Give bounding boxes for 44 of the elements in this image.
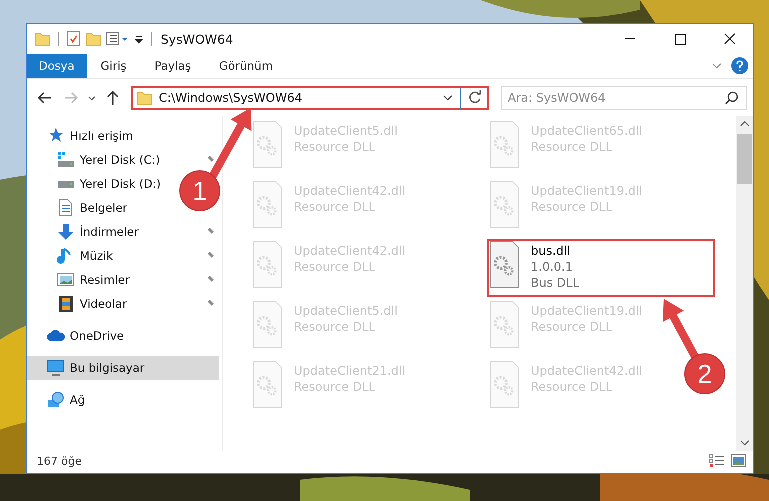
sidebar-item[interactable]: OneDrive [27, 324, 219, 348]
file-detail: Resource DLL [531, 139, 614, 155]
sidebar-item[interactable]: Ağ [27, 388, 219, 412]
address-path: C:\Windows\SysWOW64 [159, 90, 302, 104]
sidebar-item[interactable]: İndirmeler [27, 220, 177, 244]
file-detail: Resource DLL [294, 139, 376, 155]
sidebar-item[interactable]: Yerel Disk (C:) [27, 148, 177, 172]
file-name: UpdateClient42.dll [294, 243, 406, 259]
file-name: UpdateClient5.dll [294, 303, 398, 319]
file-detail: 1.0.0.1 [531, 259, 574, 275]
ribbon-tab[interactable]: Dosya [27, 54, 87, 78]
file-detail: Resource DLL [531, 379, 614, 395]
file-name: UpdateClient19.dll [531, 183, 643, 199]
sidebar-item[interactable]: Belgeler [27, 196, 177, 220]
step-badge: 2 [684, 354, 726, 394]
file-name: UpdateClient19.dll [531, 303, 643, 319]
step-badge: 1 [180, 170, 220, 212]
file-name: UpdateClient42.dll [531, 363, 643, 379]
file-detail: Resource DLL [294, 259, 376, 275]
file-name: UpdateClient5.dll [294, 123, 398, 139]
item-count: 167 öğe [37, 454, 82, 468]
file-detail: Resource DLL [294, 379, 376, 395]
file-name: UpdateClient21.dll [294, 363, 406, 379]
file-item[interactable]: bus.dll 1.0.0.1 Bus DLL [487, 239, 715, 297]
ribbon-tab[interactable]: Giriş [86, 54, 141, 78]
file-name: bus.dll [531, 243, 572, 259]
sidebar-item[interactable]: Videolar [27, 292, 177, 316]
file-detail: Resource DLL [294, 199, 376, 215]
file-name: UpdateClient65.dll [531, 123, 643, 139]
file-detail: Resource DLL [531, 199, 614, 215]
ribbon-tab[interactable]: Görünüm [205, 54, 288, 78]
ribbon-tab[interactable]: Paylaş [140, 54, 206, 78]
file-detail: Bus DLL [531, 275, 580, 291]
sidebar-item[interactable]: Hızlı erişim [27, 124, 219, 148]
address-bar[interactable]: C:\Windows\SysWOW64 [131, 86, 489, 110]
window-title: SysWOW64 [161, 32, 234, 46]
sidebar-item[interactable]: Müzik [27, 244, 177, 268]
sidebar-item[interactable]: Resimler [27, 268, 177, 292]
sidebar-item[interactable]: Bu bilgisayar [27, 356, 219, 380]
file-name: UpdateClient42.dll [294, 183, 406, 199]
file-detail: Resource DLL [531, 319, 614, 335]
search-field[interactable]: Ara: SysWOW64 [501, 86, 747, 110]
sidebar-item[interactable]: Yerel Disk (D:) [27, 172, 177, 196]
file-detail: Resource DLL [294, 319, 376, 335]
